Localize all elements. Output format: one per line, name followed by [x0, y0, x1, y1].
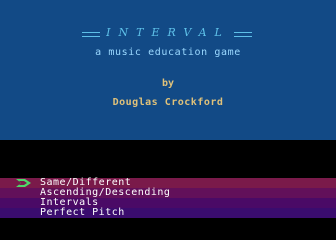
- game-title: INTERVAL: [106, 26, 230, 39]
- game-subtitle: a music education game: [95, 47, 241, 58]
- arrow-pointer-icon: [16, 179, 31, 187]
- title-wing-left-icon: [82, 32, 100, 37]
- author-name: Douglas Crockford: [112, 97, 224, 108]
- title-row: INTERVAL: [0, 26, 336, 40]
- game-screen: INTERVAL a music education game by Dougl…: [0, 0, 336, 240]
- menu-item-label: Perfect Pitch: [40, 207, 125, 218]
- mode-menu: Same/Different Ascending/Descending Inte…: [0, 177, 336, 220]
- menu-item-perfect-pitch[interactable]: Perfect Pitch: [0, 207, 336, 218]
- title-wing-right-icon: [234, 32, 252, 37]
- title-panel: INTERVAL a music education game by Dougl…: [0, 0, 336, 140]
- by-label: by: [161, 78, 175, 89]
